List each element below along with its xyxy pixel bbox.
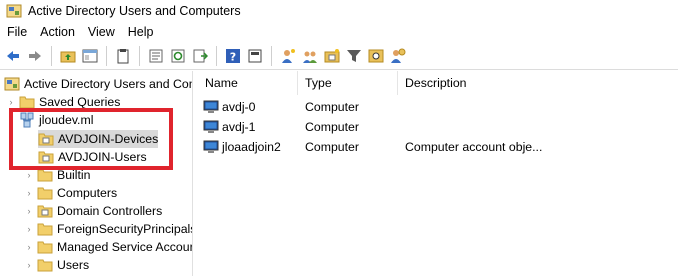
tree-item-label: Users [57, 258, 90, 272]
computer-icon [203, 120, 219, 133]
tree-item-label: AVDJOIN-Devices [58, 132, 159, 146]
name-cell: avdj-1 [198, 117, 298, 137]
tree-item-domain[interactable]: ⌄ jloudev.ml [6, 111, 93, 129]
expand-chevron-icon[interactable]: › [24, 202, 34, 220]
table-row[interactable]: jloaadjoin2 Computer Computer account ob… [198, 137, 678, 157]
help-icon[interactable]: ? [223, 46, 243, 66]
tree-item-label: ForeignSecurityPrincipals [57, 222, 193, 236]
table-row[interactable]: avdj-0 Computer [198, 97, 678, 117]
folder-icon [37, 223, 53, 236]
active-directory-icon [4, 77, 20, 91]
properties-icon[interactable] [146, 46, 166, 66]
computer-name: avdj-1 [222, 120, 256, 134]
tree-root-label: Active Directory Users and Com [24, 77, 193, 91]
refresh-icon[interactable] [168, 46, 188, 66]
window-title: Active Directory Users and Computers [28, 4, 241, 18]
computer-name: avdj-0 [222, 100, 256, 114]
tree-item-avdjoin-devices[interactable]: AVDJOIN-Devices [38, 130, 158, 148]
details-pane: Name Type Description avdj-0 Computer av… [198, 71, 678, 276]
folder-icon [37, 187, 53, 200]
tree-item-label: Builtin [57, 168, 91, 182]
tree-item-domain-controllers[interactable]: › Domain Controllers [24, 202, 163, 220]
toolbar-separator [216, 45, 217, 66]
description-cell [398, 97, 678, 117]
expand-chevron-icon[interactable]: › [24, 220, 34, 238]
computer-icon [203, 140, 219, 153]
organizational-unit-icon [38, 133, 54, 146]
list-header: Name Type Description [198, 71, 678, 95]
description-cell: Computer account obje... [405, 140, 543, 154]
tree-root-node[interactable]: Active Directory Users and Com [4, 75, 193, 93]
toolbar-separator [139, 45, 140, 66]
active-directory-icon [6, 4, 22, 18]
tree-item-saved-queries[interactable]: › Saved Queries [6, 93, 121, 111]
show-hide-tree-icon[interactable] [80, 46, 100, 66]
tree-item-label: Domain Controllers [57, 204, 163, 218]
tree-item-label: Managed Service Accour [57, 240, 193, 254]
type-cell: Computer [305, 140, 359, 154]
type-cell: Computer [305, 120, 359, 134]
folder-icon [37, 241, 53, 254]
toolbar-separator [51, 45, 52, 66]
organizational-unit-icon [37, 205, 53, 218]
svg-text:?: ? [230, 50, 236, 63]
computer-name: jloaadjoin2 [222, 140, 281, 154]
snapin-icon[interactable] [245, 46, 265, 66]
filter-icon[interactable] [344, 46, 364, 66]
organizational-unit-icon [38, 151, 54, 164]
tree-item-label: Computers [57, 186, 118, 200]
toolbar-separator [106, 45, 107, 66]
computer-icon [203, 100, 219, 113]
domain-icon [20, 112, 34, 128]
new-group-icon[interactable] [300, 46, 320, 66]
title-bar: Active Directory Users and Computers [0, 0, 678, 22]
add-to-group-icon[interactable] [388, 46, 408, 66]
up-folder-icon[interactable] [58, 46, 78, 66]
tree-item-builtin[interactable]: › Builtin [24, 166, 91, 184]
back-icon[interactable] [3, 46, 23, 66]
folder-icon [37, 169, 53, 182]
tree-item-foreign-security-principals[interactable]: › ForeignSecurityPrincipals [24, 220, 193, 238]
menu-file[interactable]: File [0, 25, 33, 39]
tree-item-managed-service-accounts[interactable]: › Managed Service Accour [24, 238, 193, 256]
export-list-icon[interactable] [190, 46, 210, 66]
tree-item-label: AVDJOIN-Users [58, 150, 147, 164]
console-tree: Active Directory Users and Com › Saved Q… [0, 71, 193, 276]
menu-bar: File Action View Help [0, 22, 678, 42]
clipboard-icon[interactable] [113, 46, 133, 66]
type-cell: Computer [305, 100, 359, 114]
expand-chevron-icon[interactable]: › [24, 256, 34, 274]
find-icon[interactable] [366, 46, 386, 66]
expand-chevron-icon[interactable]: › [24, 184, 34, 202]
folder-icon [37, 259, 53, 272]
column-header-description[interactable]: Description [398, 71, 678, 95]
expand-chevron-icon[interactable]: › [24, 166, 34, 184]
menu-help[interactable]: Help [121, 25, 160, 39]
tree-item-avdjoin-users[interactable]: AVDJOIN-Users [38, 148, 147, 166]
forward-icon[interactable] [25, 46, 45, 66]
folder-icon [19, 96, 35, 109]
tree-item-label: jloudev.ml [39, 113, 94, 127]
new-ou-icon[interactable] [322, 46, 342, 66]
collapse-chevron-icon[interactable]: ⌄ [6, 111, 16, 129]
toolbar-separator [271, 45, 272, 66]
toolbar: ? [0, 42, 678, 70]
column-header-name[interactable]: Name [198, 71, 298, 95]
tree-item-label: Saved Queries [39, 95, 121, 109]
name-cell: avdj-0 [198, 97, 298, 117]
expand-chevron-icon[interactable]: › [24, 238, 34, 256]
table-row[interactable]: avdj-1 Computer [198, 117, 678, 137]
tree-item-computers[interactable]: › Computers [24, 184, 118, 202]
name-cell: jloaadjoin2 [198, 137, 298, 157]
column-header-type[interactable]: Type [298, 71, 398, 95]
expand-chevron-icon[interactable]: › [6, 93, 16, 111]
menu-view[interactable]: View [81, 25, 121, 39]
description-cell [398, 117, 678, 137]
tree-item-users[interactable]: › Users [24, 256, 90, 274]
new-user-icon[interactable] [278, 46, 298, 66]
menu-action[interactable]: Action [33, 25, 81, 39]
